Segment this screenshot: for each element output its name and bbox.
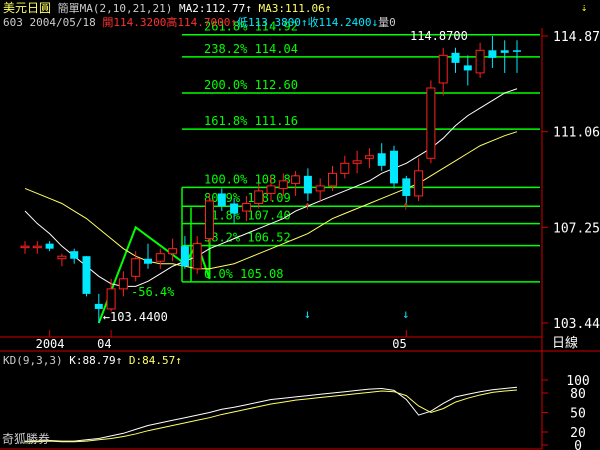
date-axis: 2004 04 05	[36, 330, 407, 351]
ma2-value: MA2:112.77↑	[178, 2, 252, 15]
up-arrow-icon: ↑	[402, 198, 409, 212]
d-value: D:84.57↑	[128, 354, 182, 367]
candle-body	[230, 203, 239, 214]
d-line	[25, 389, 518, 443]
price-tick-label: 103.44	[553, 317, 600, 332]
up-arrow-icon: ↑	[304, 198, 311, 212]
down-arrow-icon: ↓	[402, 307, 409, 321]
open-value: 開114.3200	[102, 16, 167, 29]
candle-body	[463, 65, 472, 71]
indicator-label: 簡單MA(2,10,21,21)	[57, 2, 173, 15]
candle-body	[278, 180, 288, 189]
kd-panel: 1008050200	[25, 374, 590, 450]
candle-body	[131, 258, 141, 277]
candle-body	[402, 178, 411, 196]
close-value: 收114.2400↓	[307, 16, 379, 29]
low-annotation: ←103.4400	[103, 310, 168, 324]
swing-pct-annotation: -56.4%	[131, 285, 175, 299]
candle-body	[475, 49, 485, 74]
k-line	[25, 386, 518, 442]
date-label: 2004/05/18	[29, 16, 96, 29]
kd-tick-label: 80	[570, 387, 586, 402]
candle-body	[106, 288, 116, 310]
candle-body	[451, 52, 460, 63]
candle-body	[340, 162, 350, 174]
candle-body	[254, 190, 264, 204]
fib-label: 238.2% 114.04	[204, 42, 298, 56]
candle-body	[352, 160, 362, 164]
candle-body	[168, 248, 178, 255]
volume-value: 量0	[378, 16, 396, 29]
candle-body	[364, 155, 374, 159]
chart-canvas: 261.8% 114.92238.2% 114.04200.0% 112.601…	[0, 1, 600, 450]
candle-body	[241, 202, 251, 212]
price-tick-label: 111.06	[553, 126, 600, 141]
candle-body	[500, 50, 509, 53]
price-tick-label: 107.25	[553, 221, 600, 236]
date-tick-label: 2004	[36, 337, 65, 351]
candle-body	[180, 246, 189, 267]
candle-body	[57, 255, 67, 260]
low-value: 低113.3800↑	[236, 16, 308, 29]
kd-tick-label: 50	[570, 407, 586, 422]
date-tick-label: 05	[392, 337, 406, 351]
high-value: 高114.7000↑	[166, 16, 237, 29]
candle-body	[266, 185, 276, 194]
price-axis: 114.87 111.06 107.25 103.44	[542, 30, 600, 332]
code-label: 603	[3, 16, 23, 29]
candle-body	[315, 185, 325, 192]
candle-body	[70, 251, 79, 259]
candle-body	[144, 258, 152, 264]
candle-body	[118, 278, 128, 290]
kd-header: KD(9,3,3) K:88.79↑ D:84.57↑	[3, 355, 182, 367]
candle-body	[82, 256, 91, 294]
watermark-label: 奇狐勝券	[2, 432, 51, 446]
candle-body	[328, 172, 337, 187]
fib-label: 0.0% 105.08	[204, 267, 283, 281]
candle-body	[205, 200, 214, 240]
header-line-2: 603 2004/05/18 開114.3200高114.7000↑低113.3…	[3, 17, 396, 29]
kd-tick-label: 0	[574, 439, 582, 450]
candle-body	[192, 243, 202, 270]
candle-body	[390, 150, 398, 184]
candle-body	[20, 245, 30, 249]
fibonacci-levels: 261.8% 114.92238.2% 114.04200.0% 112.601…	[181, 20, 540, 283]
fib-label: 200.0% 112.60	[204, 78, 298, 92]
date-tick-label: 04	[97, 337, 111, 351]
kd-label: KD(9,3,3)	[3, 354, 63, 367]
k-value: K:88.79↑	[69, 354, 123, 367]
symbol-label: 美元日圓	[3, 1, 52, 15]
svg-text:⇣: ⇣	[581, 1, 588, 14]
down-arrow-icon: ↓	[304, 307, 311, 321]
candle-body	[94, 303, 103, 309]
candle-body	[426, 87, 436, 159]
scroll-arrow-icon[interactable]: ⇣	[581, 1, 588, 14]
high-annotation: 114.8700	[410, 29, 468, 43]
candle-body	[32, 245, 42, 249]
candle-body	[377, 153, 386, 166]
candle-body	[438, 54, 448, 84]
candle-body	[291, 175, 301, 184]
candle-body	[414, 170, 424, 197]
timeframe-label[interactable]: 日線	[552, 337, 578, 350]
ma3-value: MA3:111.06↑	[258, 2, 332, 15]
header-line-1: 美元日圓 簡單MA(2,10,21,21) MA2:112.77↑ MA3:11…	[3, 2, 331, 15]
arrow-markers: ↑ ↑ ↓ ↓	[304, 198, 410, 321]
candle-body	[513, 50, 521, 52]
price-tick-label: 114.87	[553, 30, 600, 45]
candle-body	[303, 175, 312, 194]
fib-label: 161.8% 111.16	[204, 114, 298, 128]
candle-body	[155, 253, 165, 262]
candle-body	[217, 193, 226, 206]
candle-body	[45, 243, 54, 249]
candle-body	[488, 50, 497, 58]
